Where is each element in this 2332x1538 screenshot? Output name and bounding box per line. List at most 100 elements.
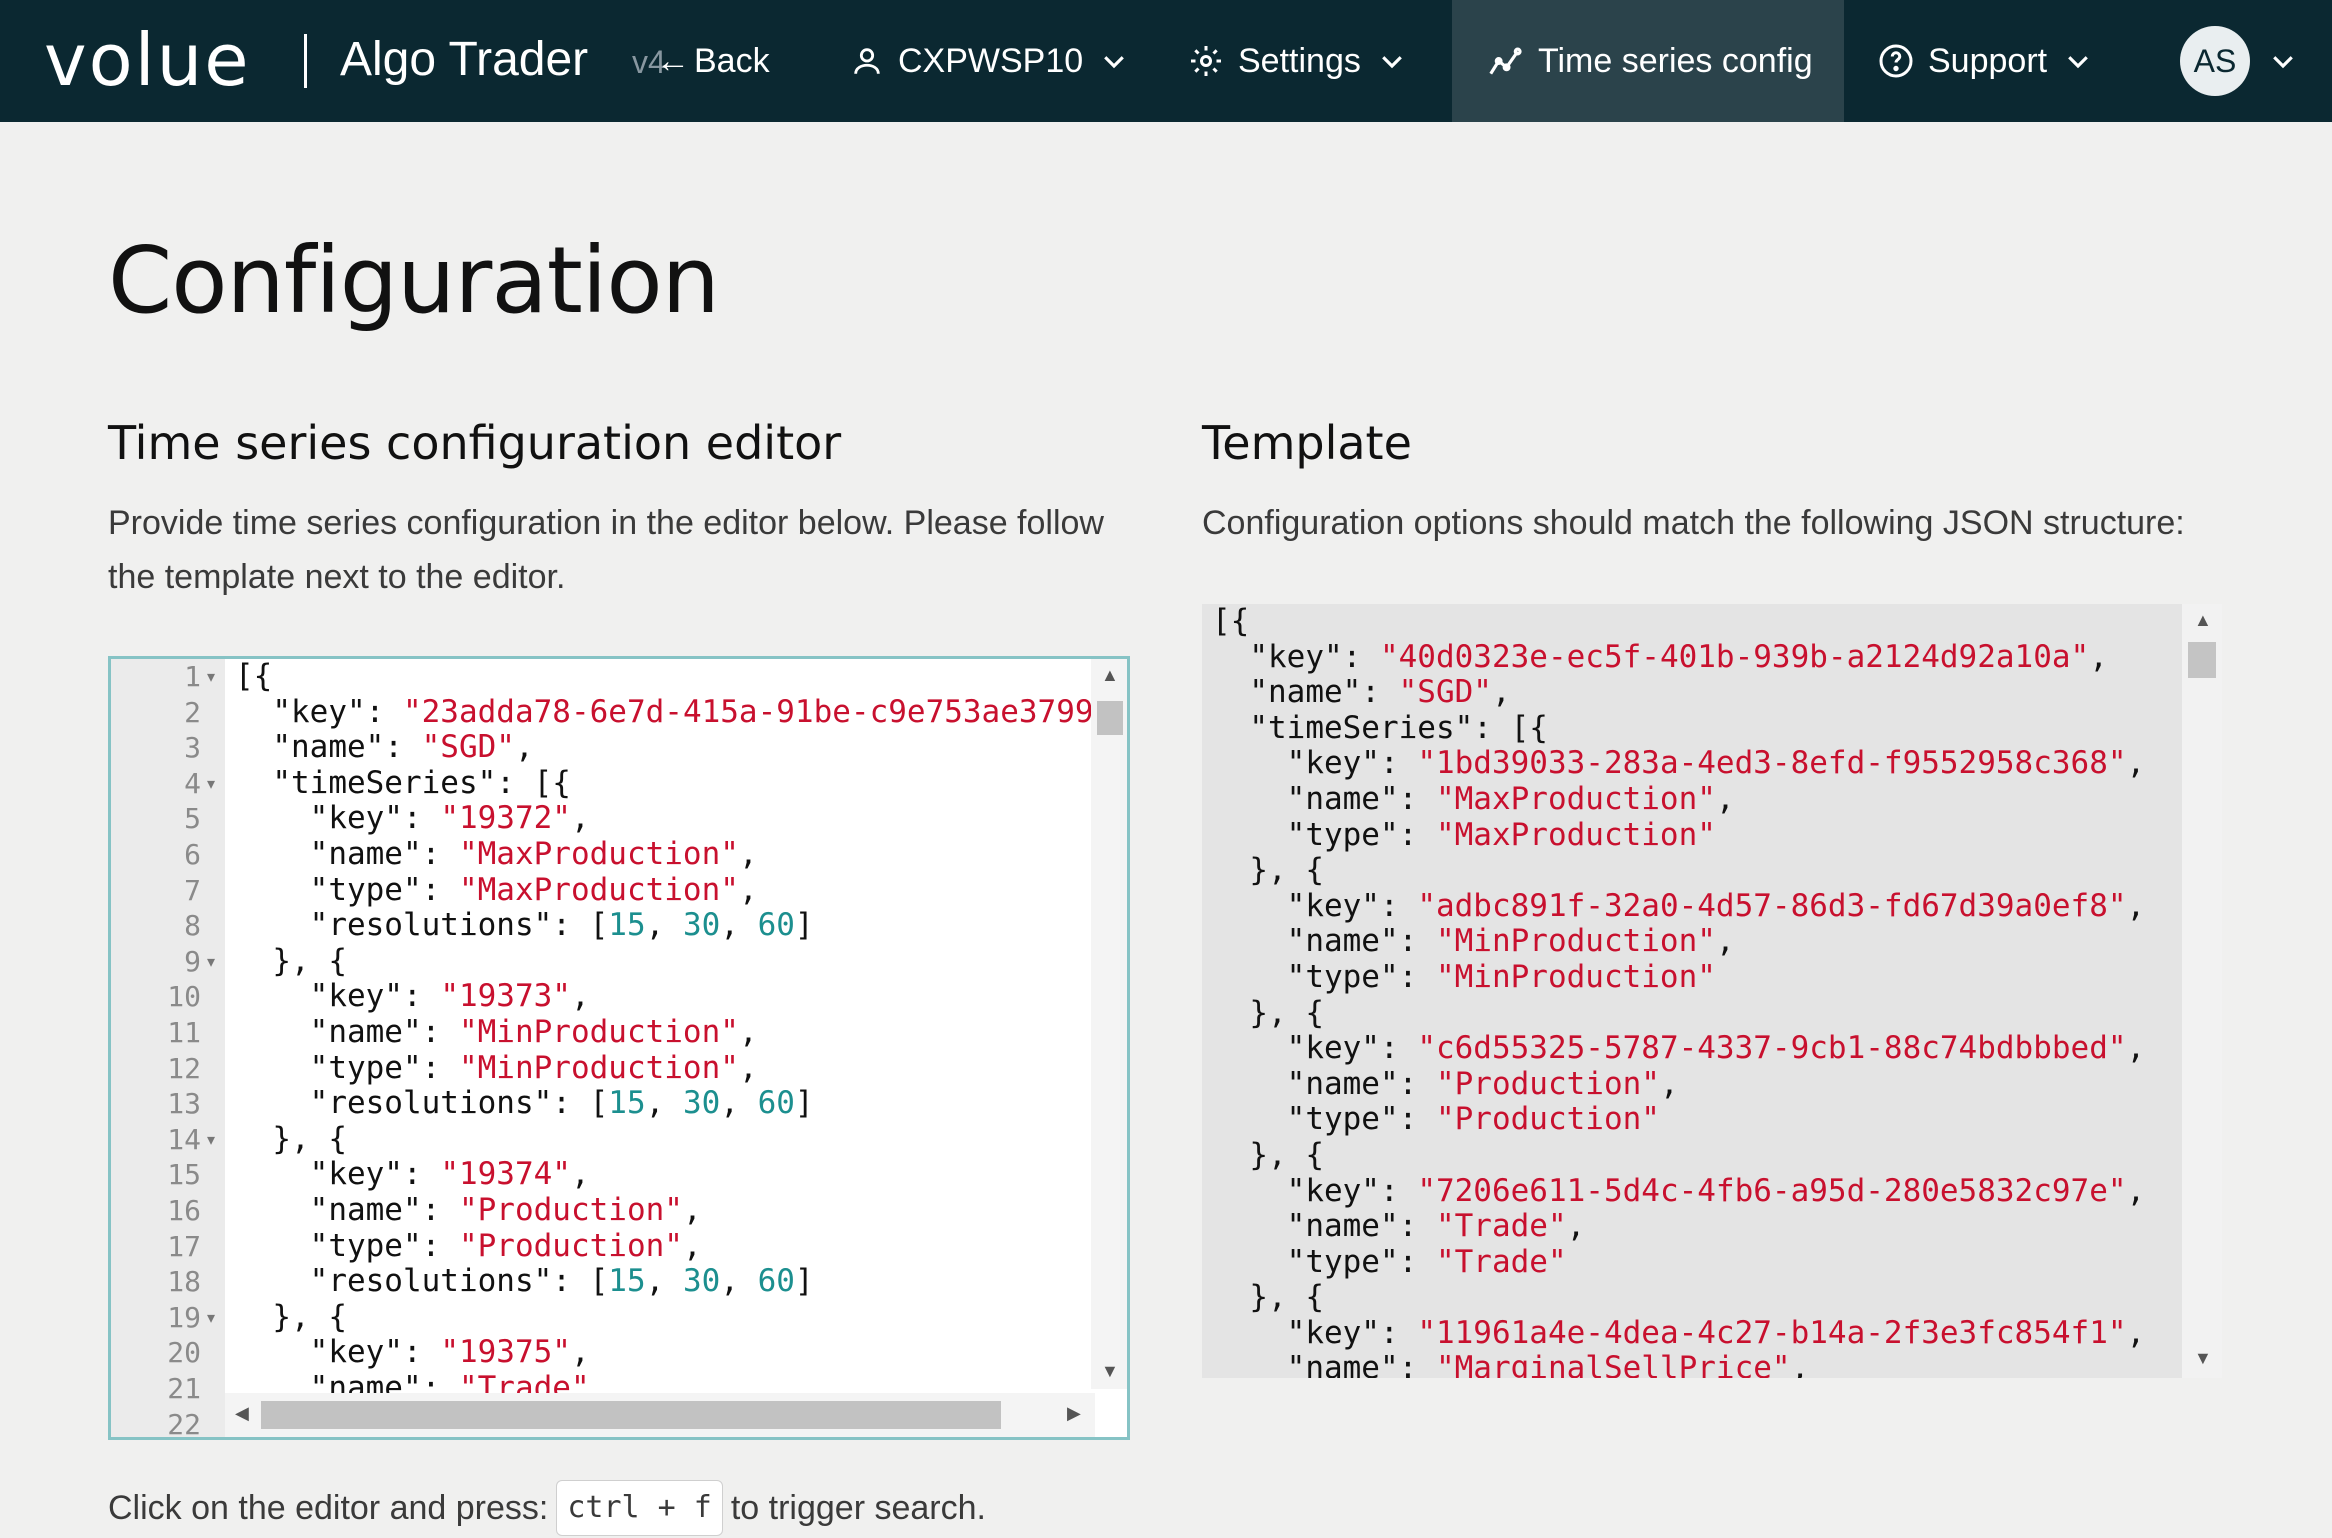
code-line: "resolutions": [15, 30, 60] (235, 1263, 1127, 1300)
chevron-down-icon[interactable] (2268, 46, 2298, 76)
editor-vertical-scrollbar[interactable]: ▲ ▼ (1091, 659, 1127, 1389)
code-text: "name": (1212, 674, 1399, 711)
code-text: "name": (235, 729, 422, 766)
code-line: "type": "Production" (1212, 1102, 2145, 1138)
code-string: "Production" (458, 1227, 683, 1264)
scroll-left-icon[interactable]: ◀ (235, 1403, 249, 1424)
fold-toggle-icon[interactable]: ▾ (207, 774, 215, 794)
code-text: , (570, 800, 590, 837)
editor-code[interactable]: [{ "key": "23adda78-6e7d-415a-91be-c9e75… (235, 658, 1127, 1437)
scrollbar-thumb[interactable] (1097, 701, 1123, 735)
code-string: "SGD" (421, 729, 515, 766)
template-vertical-scrollbar[interactable]: ▲ ▼ (2182, 604, 2222, 1378)
line-number: 6 (184, 838, 201, 871)
code-number: 60 (757, 907, 795, 944)
gear-icon (1191, 46, 1221, 76)
page-title: Configuration (108, 227, 720, 334)
code-string: "19372" (440, 800, 571, 837)
code-text: "name": (1212, 1065, 1436, 1102)
code-string: "1bd39033-283a-4ed3-8efd-f9552958c368" (1417, 745, 2127, 782)
fold-toggle-icon[interactable]: ▾ (207, 1130, 215, 1150)
code-text: , (2089, 638, 2108, 675)
logo-divider (304, 34, 307, 88)
code-text: }, { (235, 1298, 347, 1335)
volue-logo[interactable]: volue (44, 18, 251, 102)
code-string: "MinProduction" (1435, 923, 1716, 960)
chevron-down-icon (1104, 56, 1125, 69)
scroll-down-icon[interactable]: ▼ (1101, 1361, 1119, 1382)
code-string: "Production" (458, 1191, 683, 1228)
code-string: "MinProduction" (1435, 958, 1716, 995)
code-text: "key": (235, 978, 441, 1015)
line-number: 16 (167, 1194, 201, 1227)
search-hint: Click on the editor and press: ctrl + f … (108, 1480, 986, 1536)
code-text: , (645, 1085, 683, 1122)
editor-description-line-2: the template next to the editor. (108, 558, 566, 596)
line-number: 14 (167, 1122, 201, 1156)
code-line: }, { (235, 1121, 1127, 1158)
code-text: "resolutions": [ (235, 1085, 609, 1122)
back-button[interactable]: ← Back (656, 38, 770, 84)
code-number: 60 (757, 1263, 795, 1300)
code-line: [{ (235, 658, 1127, 695)
scroll-right-icon[interactable]: ▶ (1067, 1403, 1081, 1424)
fold-toggle-icon[interactable]: ▾ (207, 1308, 215, 1328)
json-config-editor[interactable]: 1 2 3 4 5 6 7 8 9 10 11 12 13 14 15 16 17 18 19 20 21 22 ▾ ▾ ▾ ▾ ▾… (108, 656, 1130, 1440)
code-string: "23adda78-6e7d-415a-91be-c9e753ae3799" (402, 693, 1113, 730)
code-string: "Trade" (1435, 1208, 1567, 1245)
scroll-up-icon[interactable]: ▲ (2194, 610, 2212, 631)
code-text: "type": (235, 871, 459, 908)
code-line: "name": "MinProduction", (1212, 924, 2145, 960)
code-line: "key": "40d0323e-ec5f-401b-939b-a2124d92… (1212, 638, 2145, 676)
scroll-up-icon[interactable]: ▲ (1101, 665, 1119, 686)
line-number: 19 (167, 1300, 201, 1334)
scroll-down-icon[interactable]: ▼ (2194, 1348, 2212, 1369)
editor-horizontal-scrollbar[interactable]: ◀ ▶ (225, 1393, 1095, 1437)
fold-toggle-icon[interactable]: ▾ (207, 667, 215, 687)
line-number: 4 (184, 766, 201, 800)
code-text: [{ (1212, 604, 1250, 639)
code-line: "resolutions": [15, 30, 60] (235, 1085, 1127, 1122)
code-text: "name": (235, 1013, 459, 1050)
code-string: "40d0323e-ec5f-401b-939b-a2124d92a10a" (1379, 638, 2090, 675)
code-line: "key": "7206e611-5d4c-4fb6-a95d-280e5832… (1212, 1173, 2146, 1210)
nav-item-settings[interactable]: Settings (1188, 0, 1407, 122)
code-text: , (738, 871, 758, 908)
code-text: "key": (1212, 1030, 1418, 1067)
code-string: "Production" (1435, 1065, 1660, 1102)
back-label: Back (694, 42, 770, 80)
code-text: "key": (1212, 745, 1418, 782)
line-number: 10 (167, 980, 201, 1014)
scrollbar-thumb[interactable] (261, 1401, 1001, 1429)
scrollbar-thumb[interactable] (2188, 642, 2216, 678)
line-number: 17 (167, 1229, 201, 1263)
nav-item-workspace[interactable]: CXPWSP10 (850, 0, 1129, 122)
code-text: "timeSeries": [{ (1212, 709, 1548, 746)
user-icon (854, 48, 880, 74)
line-number: 13 (167, 1087, 201, 1121)
code-text: , (570, 1156, 590, 1193)
code-line: "key": "19375", (235, 1334, 1127, 1371)
code-text: , (682, 1191, 702, 1228)
template-description: Configuration options should match the f… (1202, 504, 2185, 542)
avatar[interactable]: AS (2180, 26, 2250, 96)
code-line: "name": "MaxProduction", (1212, 780, 2145, 818)
code-text: "name": (1212, 1208, 1436, 1245)
code-text: "name": (1212, 923, 1436, 960)
code-text: , (570, 1334, 590, 1371)
code-string: "MinProduction" (458, 1049, 739, 1086)
fold-toggle-icon[interactable]: ▾ (207, 952, 215, 972)
code-line: }, { (1212, 1137, 2145, 1174)
line-number: 22 (167, 1407, 201, 1440)
code-text: "key": (1212, 1314, 1418, 1351)
code-text: , (2126, 1030, 2146, 1067)
code-line: }, { (235, 1298, 1127, 1336)
nav-item-support[interactable]: Support (1878, 0, 2093, 122)
code-text: [{ (235, 658, 273, 694)
code-text: "name": (1212, 780, 1436, 817)
code-string: "MinProduction" (458, 1013, 739, 1050)
code-string: "19373" (440, 978, 571, 1015)
code-line: "name": "SGD", (235, 729, 1127, 766)
code-text: , (720, 907, 758, 944)
nav-item-time-series-config[interactable]: Time series config (1452, 0, 1844, 122)
